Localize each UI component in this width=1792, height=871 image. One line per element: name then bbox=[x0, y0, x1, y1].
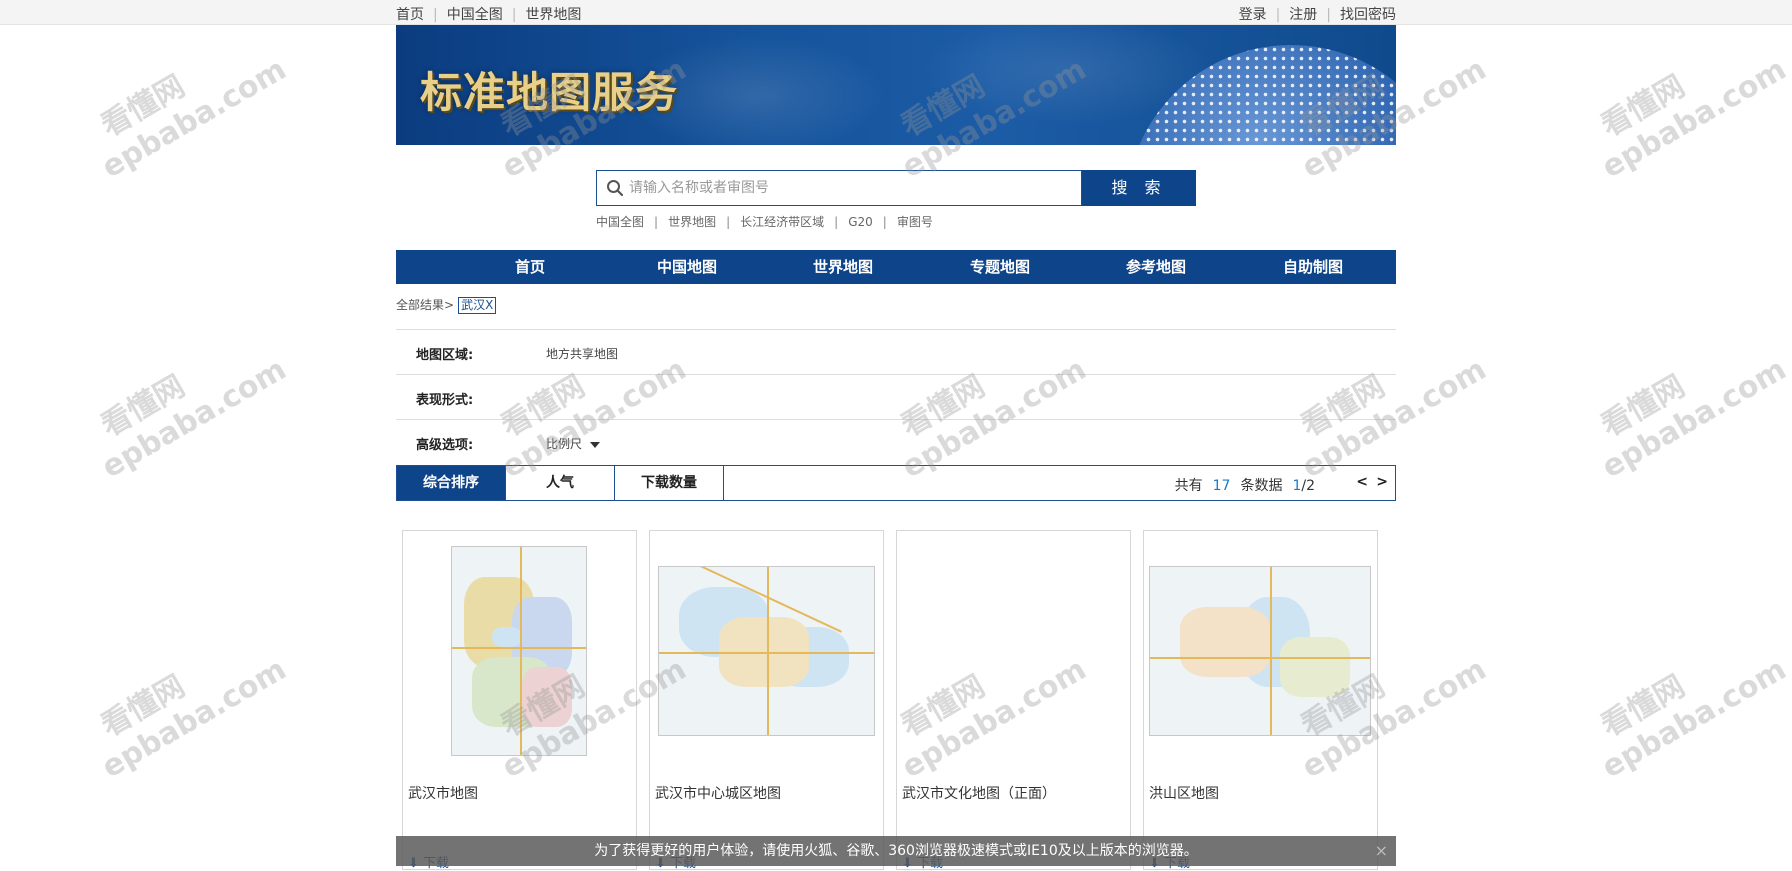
breadcrumb-all-results[interactable]: 全部结果> bbox=[396, 298, 454, 312]
filter-label: 地图区域: bbox=[416, 348, 474, 363]
map-card-title: 武汉市文化地图（正面） bbox=[902, 786, 1056, 802]
filter-label: 高级选项: bbox=[416, 438, 474, 453]
result-count-prefix: 共有 bbox=[1174, 478, 1203, 494]
map-card[interactable]: 武汉市中心城区地图 ⬇ 下载 bbox=[649, 530, 884, 871]
top-link-home[interactable]: 首页 bbox=[396, 7, 424, 23]
caret-down-icon bbox=[590, 441, 601, 448]
watermark: 看懂网 epbaba.com bbox=[1574, 614, 1792, 786]
nav-item-thematic-map[interactable]: 专题地图 bbox=[940, 250, 1060, 284]
search-button[interactable]: 搜 索 bbox=[1082, 170, 1196, 206]
main-nav: 首页 中国地图 世界地图 专题地图 参考地图 自助制图 bbox=[396, 250, 1396, 284]
top-nav-right: 登录 | 注册 | 找回密码 bbox=[1238, 7, 1396, 23]
top-link-china-map[interactable]: 中国全图 bbox=[447, 7, 503, 23]
quick-link-yangtze[interactable]: 长江经济带区域 bbox=[740, 215, 824, 229]
top-nav-left: 首页 | 中国全图 | 世界地图 bbox=[396, 7, 582, 23]
result-count-suffix: 条数据 bbox=[1240, 478, 1283, 494]
watermark-en: epbaba.com bbox=[96, 351, 293, 486]
next-page-button[interactable]: > bbox=[1376, 474, 1388, 490]
breadcrumb: 全部结果> 武汉X bbox=[396, 296, 497, 314]
register-link[interactable]: 注册 bbox=[1289, 7, 1317, 23]
browser-notice-text: 为了获得更好的用户体验，请使用火狐、谷歌、360浏览器极速模式或IE10及以上版… bbox=[594, 843, 1198, 859]
filter-row-advanced: 高级选项: 比例尺 bbox=[396, 419, 1396, 464]
filter-row-form: 表现形式: bbox=[396, 374, 1396, 419]
browser-notice-bar: 为了获得更好的用户体验，请使用火狐、谷歌、360浏览器极速模式或IE10及以上版… bbox=[396, 836, 1396, 866]
map-card-title: 洪山区地图 bbox=[1149, 786, 1219, 802]
quick-link-world[interactable]: 世界地图 bbox=[668, 215, 716, 229]
map-card-title: 武汉市地图 bbox=[408, 786, 478, 802]
watermark-en: epbaba.com bbox=[1596, 51, 1792, 186]
watermark: 看懂网 epbaba.com bbox=[74, 14, 292, 186]
scale-dropdown[interactable]: 比例尺 bbox=[546, 435, 601, 452]
watermark-cn: 看懂网 bbox=[1595, 68, 1691, 145]
watermark-cn: 看懂网 bbox=[1595, 368, 1691, 445]
nav-item-china-map[interactable]: 中国地图 bbox=[627, 250, 747, 284]
sort-tab-popularity[interactable]: 人气 bbox=[506, 466, 615, 500]
map-card[interactable]: 洪山区地图 ⬇ 下载 bbox=[1143, 530, 1378, 871]
filter-label: 表现形式: bbox=[416, 393, 474, 408]
filter-row-region: 地图区域: 地方共享地图 bbox=[396, 329, 1396, 374]
prev-page-button[interactable]: < bbox=[1356, 474, 1368, 490]
top-link-world-map[interactable]: 世界地图 bbox=[525, 7, 581, 23]
login-link[interactable]: 登录 bbox=[1239, 7, 1267, 23]
watermark-cn: 看懂网 bbox=[1595, 668, 1691, 745]
search-icon bbox=[606, 179, 624, 197]
map-thumbnail bbox=[451, 546, 587, 756]
map-thumbnail bbox=[658, 566, 875, 736]
watermark-cn: 看懂网 bbox=[95, 668, 191, 745]
result-count: 共有 17 条数据 1/2 bbox=[1175, 475, 1315, 495]
recover-password-link[interactable]: 找回密码 bbox=[1340, 7, 1396, 23]
search-term-tag[interactable]: 武汉X bbox=[458, 297, 497, 314]
search-bar: 搜 索 bbox=[596, 170, 1196, 206]
page-total: /2 bbox=[1301, 478, 1315, 494]
watermark: 看懂网 epbaba.com bbox=[1574, 314, 1792, 486]
nav-item-reference-map[interactable]: 参考地图 bbox=[1096, 250, 1216, 284]
watermark-en: epbaba.com bbox=[96, 651, 293, 786]
quick-links: 中国全图 | 世界地图 | 长江经济带区域 | G20 | 审图号 bbox=[596, 215, 933, 229]
site-banner: 标准地图服务 bbox=[396, 25, 1396, 145]
nav-item-world-map[interactable]: 世界地图 bbox=[783, 250, 903, 284]
top-utility-bar: 首页 | 中国全图 | 世界地图 登录 | 注册 | 找回密码 bbox=[0, 0, 1792, 25]
watermark: 看懂网 epbaba.com bbox=[74, 314, 293, 486]
nav-item-home[interactable]: 首页 bbox=[470, 250, 590, 284]
watermark: 看懂网 epbaba.com bbox=[1574, 14, 1792, 186]
watermark-en: epbaba.com bbox=[1596, 351, 1792, 486]
watermark-en: epbaba.com bbox=[96, 51, 293, 186]
close-icon[interactable]: × bbox=[1375, 836, 1388, 866]
search-input[interactable] bbox=[629, 173, 1069, 203]
quick-link-review-number[interactable]: 审图号 bbox=[897, 215, 933, 229]
site-title: 标准地图服务 bbox=[420, 68, 679, 117]
sort-bar: 综合排序 人气 下载数量 共有 17 条数据 1/2 < > bbox=[396, 465, 1396, 501]
map-card-title: 武汉市中心城区地图 bbox=[655, 786, 781, 802]
search-box bbox=[596, 170, 1082, 206]
quick-link-china[interactable]: 中国全图 bbox=[596, 215, 644, 229]
quick-link-g20[interactable]: G20 bbox=[848, 215, 873, 229]
sort-tab-comprehensive[interactable]: 综合排序 bbox=[397, 466, 506, 500]
watermark: 看懂网 epbaba.com bbox=[74, 614, 293, 786]
scale-dropdown-label: 比例尺 bbox=[546, 437, 583, 451]
result-total: 17 bbox=[1212, 478, 1231, 494]
map-card[interactable]: 武汉市文化地图（正面） ⬇ 下载 bbox=[896, 530, 1131, 871]
watermark-cn: 看懂网 bbox=[95, 68, 191, 145]
watermark-cn: 看懂网 bbox=[95, 368, 191, 445]
sort-tab-downloads[interactable]: 下载数量 bbox=[615, 466, 724, 500]
filter-value-local-shared[interactable]: 地方共享地图 bbox=[546, 345, 618, 362]
watermark-en: epbaba.com bbox=[1596, 651, 1792, 786]
map-card[interactable]: 武汉市地图 ⬇ 下载 bbox=[402, 530, 637, 871]
nav-item-self-service-map[interactable]: 自助制图 bbox=[1253, 250, 1373, 284]
map-thumbnail bbox=[1149, 566, 1371, 736]
